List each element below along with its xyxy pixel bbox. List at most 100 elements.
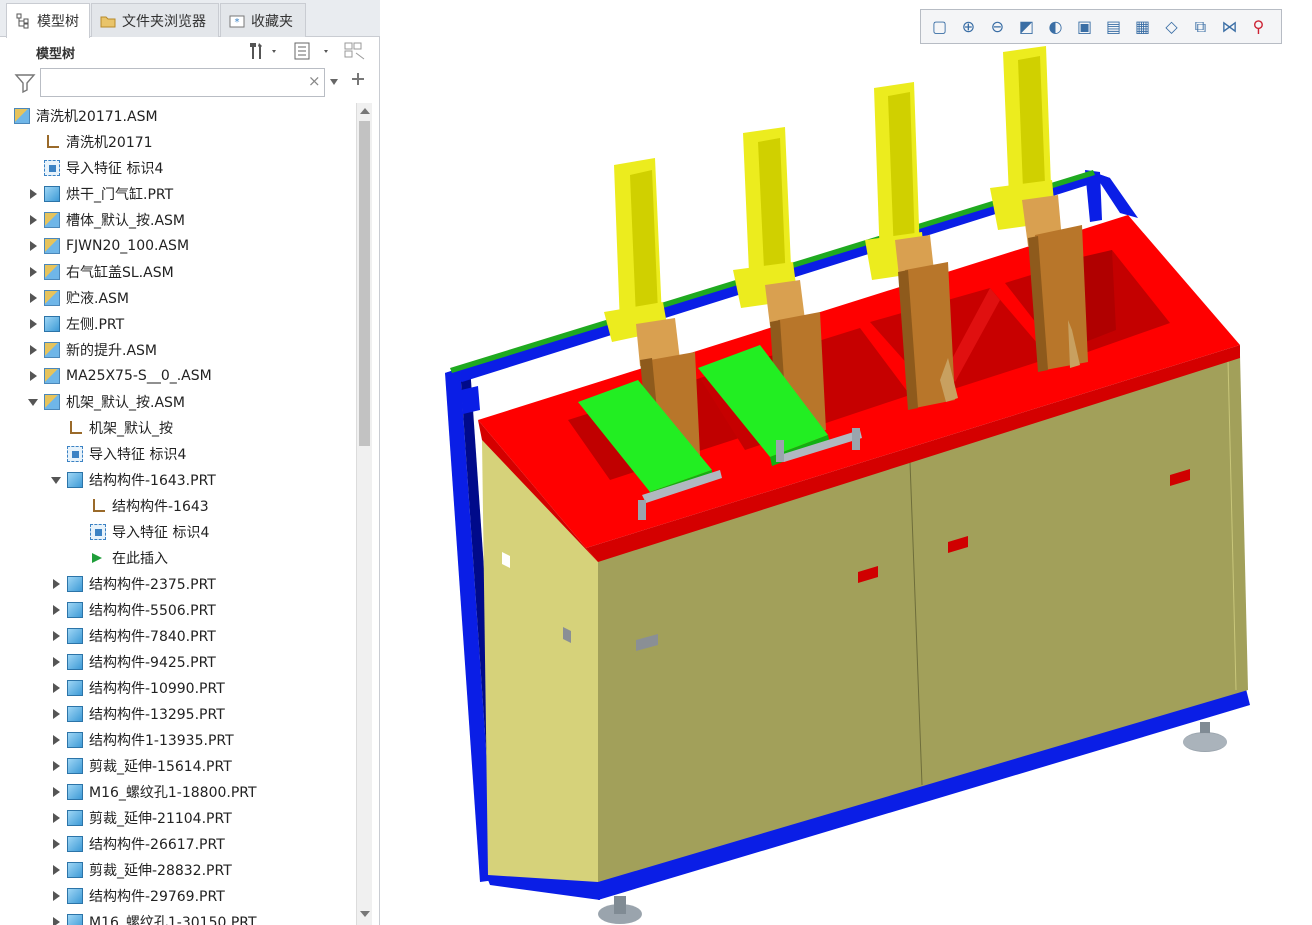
tree-item[interactable]: 结构构件-1643.PRT [49,467,216,493]
tree-item[interactable]: 左侧.PRT [26,311,124,337]
zoom-out-button[interactable]: ⊖ [983,14,1012,40]
tree-item[interactable]: 剪裁_延伸-28832.PRT [49,857,232,883]
tab-model-tree[interactable]: 模型树 [6,3,90,38]
expand-icon[interactable] [26,343,40,357]
tree-item[interactable]: 结构构件-13295.PRT [49,701,225,727]
expand-icon[interactable] [49,811,63,825]
expand-icon[interactable] [49,707,63,721]
zoom-in-button[interactable]: ⊕ [954,14,983,40]
tree-item[interactable]: 导入特征 标识4 [49,441,186,467]
expand-icon[interactable] [49,655,63,669]
column-display-button[interactable] [343,39,369,63]
tree-item[interactable]: 槽体_默认_按.ASM [26,207,185,233]
perspective-button[interactable]: ◇ [1157,14,1186,40]
settings-button[interactable] [246,39,280,63]
section-button[interactable]: ⧉ [1186,14,1215,40]
saved-views-button[interactable]: ▤ [1099,14,1128,40]
favorites-icon: * [229,13,245,29]
part-icon [67,914,83,925]
expand-icon[interactable] [49,889,63,903]
tree-item[interactable]: 机架_默认_按 [49,415,173,441]
expand-icon[interactable] [26,187,40,201]
tree-item[interactable]: 结构构件-1643 [72,493,209,519]
tree-item-label: 剪裁_延伸-15614.PRT [89,759,232,775]
tree-item[interactable]: 剪裁_延伸-21104.PRT [49,805,232,831]
tab-favorites[interactable]: * 收藏夹 [220,3,306,37]
tree-item[interactable]: 清洗机20171.ASM [14,103,158,129]
expand-icon[interactable] [26,239,40,253]
tree-item[interactable]: 结构构件-10990.PRT [49,675,225,701]
tree-item[interactable]: MA25X75-S__0_.ASM [26,363,212,389]
expand-icon[interactable] [49,629,63,643]
tree-item[interactable]: M16_螺纹孔1-18800.PRT [49,779,257,805]
tree-item-label: 右气缸盖SL.ASM [66,265,174,281]
tree-item[interactable]: 剪裁_延伸-15614.PRT [49,753,232,779]
display-style-button[interactable]: ▣ [1070,14,1099,40]
expand-icon[interactable] [49,577,63,591]
collapse-icon[interactable] [26,395,40,409]
expand-icon[interactable] [26,291,40,305]
tree-item[interactable]: 结构构件-29769.PRT [49,883,225,909]
repaint-button[interactable]: ◩ [1012,14,1041,40]
tree-item[interactable]: 导入特征 标识4 [26,155,163,181]
tree-item[interactable]: 机架_默认_按.ASM [26,389,185,415]
datum-display-button[interactable]: ⋈ [1215,14,1244,40]
view-manager-button[interactable]: ▦ [1128,14,1157,40]
filter-input[interactable] [40,68,325,97]
scroll-down-icon[interactable] [360,911,370,917]
spin-center-button[interactable]: ◐ [1041,14,1070,40]
expand-icon[interactable] [49,733,63,747]
expand-icon[interactable] [49,837,63,851]
expand-icon[interactable] [26,213,40,227]
scroll-thumb[interactable] [359,121,370,446]
collapse-icon[interactable] [49,473,63,487]
tree-item[interactable]: 结构构件-2375.PRT [49,571,216,597]
expand-icon[interactable] [49,785,63,799]
refit-button[interactable]: ▢ [925,14,954,40]
tree-item[interactable]: FJWN20_100.ASM [26,233,189,259]
tree-item-label: 清洗机20171.ASM [36,109,158,125]
coordinate-system-icon [44,134,60,150]
tree-item-label: 导入特征 标识4 [66,161,164,177]
folder-icon [100,13,116,29]
expand-icon[interactable] [26,369,40,383]
expand-icon[interactable] [49,681,63,695]
add-filter-icon[interactable] [350,71,366,91]
spin-center-icon: ◐ [1048,16,1063,36]
show-button[interactable] [292,39,332,63]
tree-item[interactable]: 结构构件-7840.PRT [49,623,216,649]
tree-item-label: 机架_默认_按.ASM [66,395,185,411]
tree-item[interactable]: 结构构件1-13935.PRT [49,727,234,753]
expand-icon[interactable] [49,759,63,773]
tree-item[interactable]: 烘干_门气缸.PRT [26,181,173,207]
part-icon [67,810,83,826]
tree-item[interactable]: 清洗机20171 [26,129,153,155]
part-icon [67,836,83,852]
tree-item[interactable]: 在此插入 [72,545,168,571]
expand-icon[interactable] [49,603,63,617]
scroll-up-icon[interactable] [360,108,370,114]
filter-icon[interactable] [14,72,36,98]
tree-item[interactable]: 结构构件-26617.PRT [49,831,225,857]
clear-filter-icon[interactable]: × [308,72,321,90]
tree-scrollbar[interactable] [356,103,372,925]
tree-item[interactable]: 右气缸盖SL.ASM [26,259,174,285]
tree-item[interactable]: M16_螺纹孔1-30150.PRT [49,909,257,925]
annotation-display-button[interactable]: ⚲ [1244,14,1273,40]
expand-icon[interactable] [49,863,63,877]
annotation-display-icon: ⚲ [1252,16,1265,36]
tree-item[interactable]: 新的提升.ASM [26,337,157,363]
tree-item[interactable]: 贮液.ASM [26,285,129,311]
tree-item[interactable]: 导入特征 标识4 [72,519,209,545]
tree-item[interactable]: 结构构件-5506.PRT [49,597,216,623]
coordinate-system-icon [90,498,106,514]
expand-icon[interactable] [26,265,40,279]
tree-item[interactable]: 结构构件-9425.PRT [49,649,216,675]
tab-folder-browser[interactable]: 文件夹浏览器 [91,3,219,37]
filter-dropdown-icon[interactable] [330,79,338,85]
expand-icon[interactable] [26,317,40,331]
expand-icon[interactable] [49,915,63,925]
assembly-3d-model[interactable] [381,0,1312,925]
